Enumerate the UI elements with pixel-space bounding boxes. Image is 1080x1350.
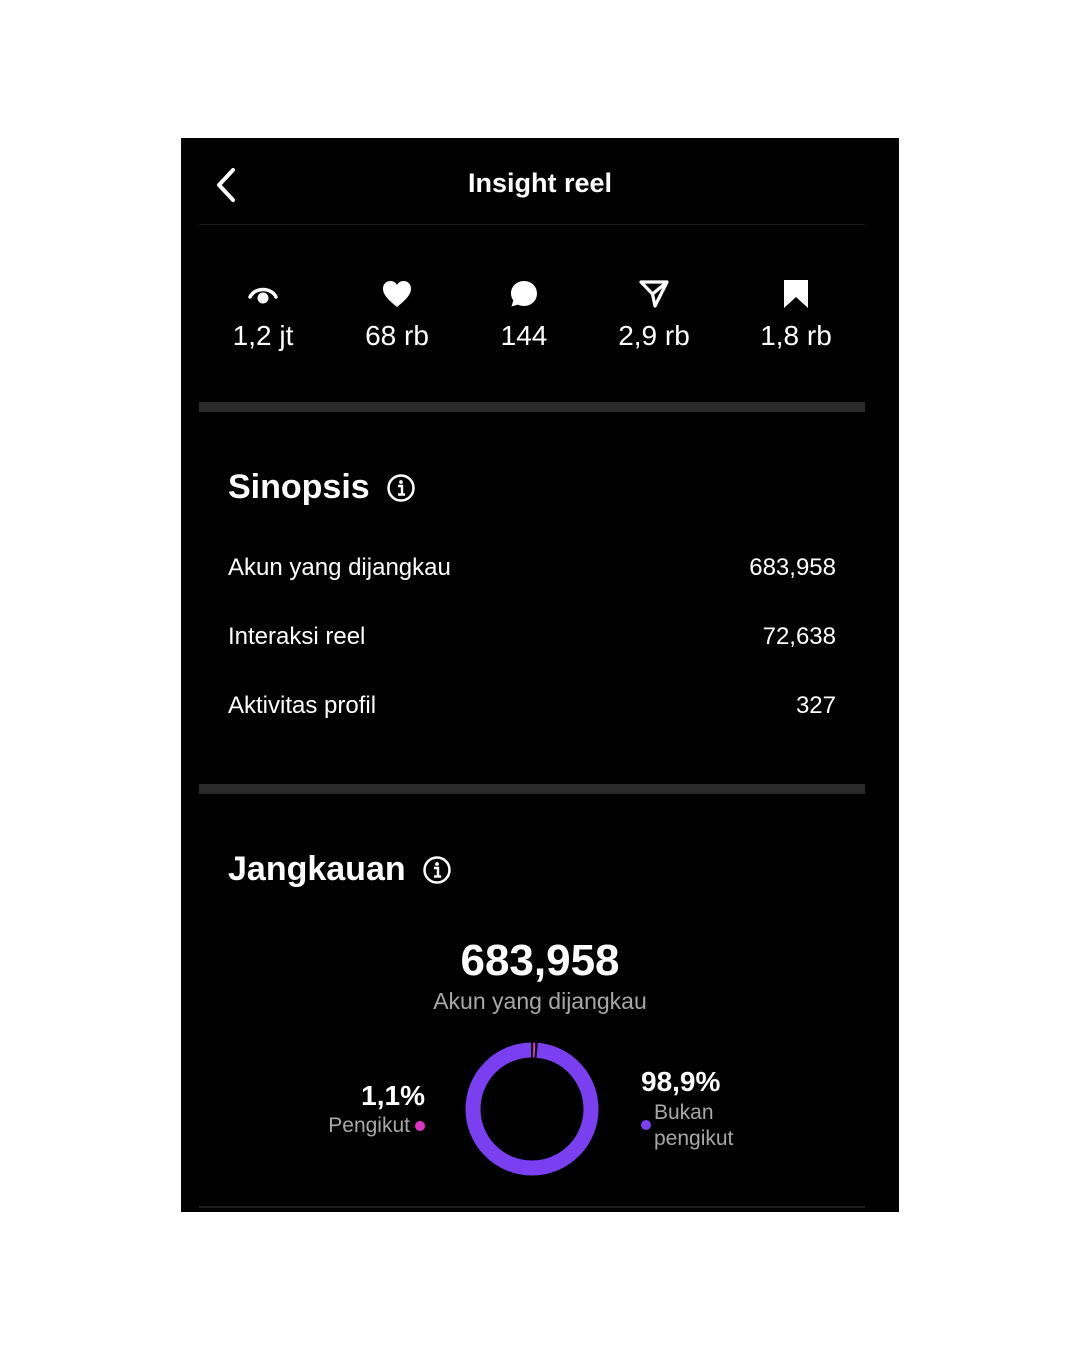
reach-section-title: Jangkauan (228, 850, 452, 889)
non-followers-dot (641, 1120, 651, 1130)
stats-row: 1,2 jt 68 rb 144 2,9 rb 1,8 rb (181, 278, 899, 358)
overview-row[interactable]: Aktivitas profil 327 (228, 692, 836, 720)
stat-shares-value: 2,9 rb (618, 320, 690, 351)
overview-row-value: 683,958 (749, 554, 836, 581)
overview-row-label: Akun yang dijangkau (228, 554, 451, 581)
bottom-divider (199, 1206, 865, 1208)
overview-row[interactable]: Akun yang dijangkau 683,958 (228, 554, 836, 582)
reach-title-text: Jangkauan (228, 850, 406, 888)
overview-row-value: 72,638 (762, 623, 836, 650)
stat-views-value: 1,2 jt (232, 320, 294, 351)
section-divider (199, 784, 865, 794)
non-followers-label: Bukan pengikut (654, 1101, 734, 1150)
heart-icon (383, 281, 411, 307)
stat-views: 1,2 jt (203, 278, 323, 352)
reach-donut-chart (465, 1042, 599, 1176)
stat-saves-value: 1,8 rb (760, 320, 832, 351)
header-divider (199, 224, 865, 225)
stat-saves: 1,8 rb (736, 278, 856, 352)
donut-segment-non-followers (465, 1042, 599, 1176)
stat-comments: 144 (464, 278, 584, 352)
stat-comments-value: 144 (500, 320, 548, 351)
reel-insights-screen: Insight reel 1,2 jt 68 rb 144 2,9 rb 1,8… (181, 138, 899, 1212)
followers-percent: 1,1% (361, 1080, 425, 1111)
overview-row-value: 327 (795, 692, 836, 719)
overview-row-label: Interaksi reel (228, 623, 366, 650)
overview-title-text: Sinopsis (228, 468, 370, 506)
bookmark-icon (784, 280, 808, 308)
share-icon (639, 280, 669, 308)
reach-total-label: Akun yang dijangkau (433, 988, 647, 1014)
section-divider (199, 402, 865, 412)
overview-row-label: Aktivitas profil (228, 692, 377, 719)
followers-label: Pengikut (328, 1114, 410, 1137)
overview-section-title: Sinopsis (228, 468, 416, 507)
non-followers-percent: 98,9% (641, 1066, 721, 1097)
page-title: Insight reel (467, 168, 613, 198)
stat-likes: 68 rb (337, 278, 457, 352)
reach-total: 683,958 (460, 936, 620, 985)
legend-non-followers: 98,9% Bukan pengikut (641, 1066, 764, 1152)
header: Insight reel (181, 138, 899, 224)
stat-likes-value: 68 rb (365, 320, 429, 351)
info-icon[interactable] (386, 473, 416, 503)
overview-row[interactable]: Interaksi reel 72,638 (228, 623, 836, 651)
followers-dot (415, 1121, 425, 1131)
eye-icon (248, 287, 278, 304)
comment-icon (511, 281, 537, 307)
info-icon[interactable] (422, 855, 452, 885)
legend-followers: 1,1% Pengikut (328, 1080, 425, 1138)
stat-shares: 2,9 rb (594, 278, 714, 352)
